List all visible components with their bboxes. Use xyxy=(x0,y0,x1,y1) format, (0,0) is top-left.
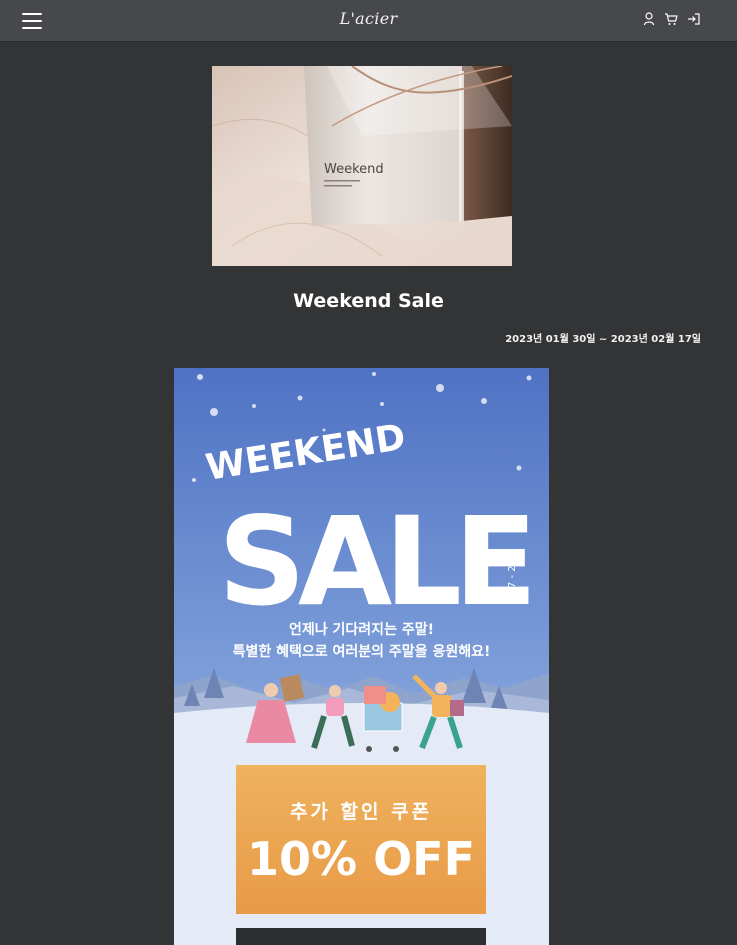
event-thumbnail-image[interactable]: Weekend xyxy=(212,66,512,266)
top-bar: L'acier xyxy=(0,0,737,42)
login-icon[interactable] xyxy=(687,12,701,26)
header-icons xyxy=(643,12,701,26)
event-title: Weekend Sale xyxy=(293,290,444,312)
user-icon[interactable] xyxy=(643,12,655,26)
weekend-sale-poster: WEEKEND SALE 1.27 - 29 언제나 기다려지는 주말! 특별한… xyxy=(174,368,549,945)
sale-poster-image: WEEKEND SALE 1.27 - 29 언제나 기다려지는 주말! 특별한… xyxy=(174,368,549,945)
brand-logo[interactable]: L'acier xyxy=(0,9,737,28)
event-period: 2023년 01월 30일 ~ 2023년 02월 17일 xyxy=(505,334,701,345)
poster-copy-line2: 특별한 혜택으로 여러분의 주말을 응원해요! xyxy=(233,643,491,660)
cart-icon[interactable] xyxy=(664,12,678,26)
poster-copy-line1: 언제나 기다려지는 주말! xyxy=(289,621,434,638)
magazine-photo: Weekend xyxy=(212,66,512,266)
coupon-label: 추가 할인 쿠폰 xyxy=(290,800,432,823)
poster-headline-main: SALE xyxy=(218,491,529,633)
poster-dates: 1.27 - 29 xyxy=(507,559,518,604)
thumbnail-cover-text: Weekend xyxy=(324,162,384,177)
coupon-value: 10% OFF xyxy=(247,832,475,886)
